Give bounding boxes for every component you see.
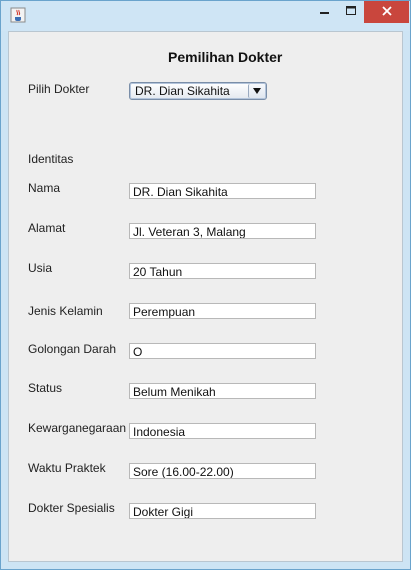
field-label-kewarganegaraan: Kewarganegaraan xyxy=(28,421,127,435)
kewarganegaraan-field[interactable]: Indonesia xyxy=(129,423,316,439)
field-label-waktu-praktek: Waktu Praktek xyxy=(28,461,106,475)
chooser-label: Pilih Dokter xyxy=(28,82,90,96)
close-icon xyxy=(381,3,392,21)
golongan-darah-field[interactable]: O xyxy=(129,343,316,359)
doctor-select-value: DR. Dian Sikahita xyxy=(135,84,230,98)
close-button[interactable] xyxy=(364,1,409,23)
chevron-down-icon[interactable] xyxy=(248,84,265,98)
dokter-spesialis-field[interactable]: Dokter Gigi xyxy=(129,503,316,519)
waktu-praktek-field[interactable]: Sore (16.00-22.00) xyxy=(129,463,316,479)
waktu-praktek-value: Sore (16.00-22.00) xyxy=(133,465,234,479)
title-bar[interactable] xyxy=(1,1,410,31)
maximize-button[interactable] xyxy=(338,1,364,23)
dokter-spesialis-value: Dokter Gigi xyxy=(133,505,194,519)
field-label-nama: Nama xyxy=(28,181,61,195)
section-title: Identitas xyxy=(28,152,74,166)
nama-field[interactable]: DR. Dian Sikahita xyxy=(129,183,316,199)
field-label-jenis-kelamin: Jenis Kelamin xyxy=(28,304,103,318)
golongan-darah-value: O xyxy=(133,345,143,359)
doctor-select[interactable]: DR. Dian Sikahita xyxy=(129,82,267,100)
field-label-usia: Usia xyxy=(28,261,53,275)
field-label-status: Status xyxy=(28,381,63,395)
field-label-dokter-spesialis: Dokter Spesialis xyxy=(28,501,115,515)
jenis-kelamin-field[interactable]: Perempuan xyxy=(129,303,316,319)
field-label-alamat: Alamat xyxy=(28,221,66,235)
minimize-icon xyxy=(320,3,330,21)
java-app-icon[interactable] xyxy=(10,7,26,23)
status-field[interactable]: Belum Menikah xyxy=(129,383,316,399)
maximize-icon xyxy=(346,3,356,21)
content-panel xyxy=(8,31,403,562)
page-title: Pemilihan Dokter xyxy=(168,49,283,65)
minimize-button[interactable] xyxy=(312,1,338,23)
kewarganegaraan-value: Indonesia xyxy=(133,425,186,439)
nama-value: DR. Dian Sikahita xyxy=(133,185,228,199)
jenis-kelamin-value: Perempuan xyxy=(133,305,196,319)
field-label-golongan-darah: Golongan Darah xyxy=(28,342,117,356)
status-value: Belum Menikah xyxy=(133,385,216,399)
alamat-value: Jl. Veteran 3, Malang xyxy=(133,225,246,239)
alamat-field[interactable]: Jl. Veteran 3, Malang xyxy=(129,223,316,239)
usia-value: 20 Tahun xyxy=(133,265,183,279)
usia-field[interactable]: 20 Tahun xyxy=(129,263,316,279)
